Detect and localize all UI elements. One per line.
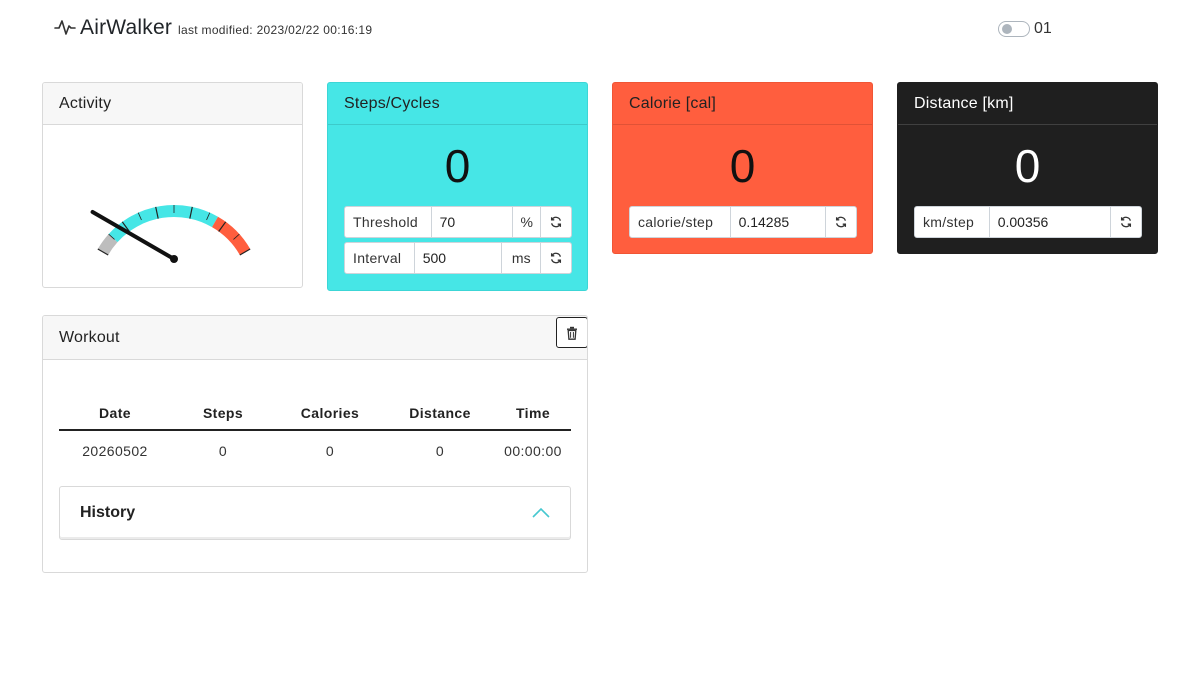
- steps-card: Steps/Cycles 0 Threshold 70 % Interval 5…: [327, 82, 588, 291]
- device-toggle-label: 01: [1034, 20, 1052, 37]
- activity-gauge: [90, 205, 251, 263]
- km-per-step-group: km/step 0.00356: [914, 206, 1142, 238]
- refresh-icon: [836, 216, 847, 228]
- workout-title: Workout: [59, 328, 120, 346]
- workout-card-header: Workout: [43, 316, 587, 360]
- threshold-input[interactable]: 70: [432, 207, 514, 237]
- app-title: AirWalker: [80, 16, 173, 39]
- threshold-input-group: Threshold 70 %: [344, 206, 572, 238]
- cell-calories: 0: [325, 442, 335, 459]
- gauge-hub: [170, 255, 178, 263]
- col-date: Date: [59, 396, 171, 431]
- interval-input-group: Interval 500 ms: [344, 242, 572, 274]
- gauge-high-band: [211, 216, 251, 256]
- calorie-per-step-input[interactable]: 0.14285: [731, 207, 827, 237]
- device-toggle-switch[interactable]: [998, 21, 1030, 37]
- table-row: 20260502 0 0 0 00:00:00: [59, 430, 571, 470]
- activity-card-header: Activity: [43, 83, 302, 125]
- gauge-low-band: [97, 234, 118, 256]
- chevron-up-icon: [532, 507, 550, 518]
- threshold-label: Threshold: [345, 207, 432, 237]
- calorie-card-header: Calorie [cal]: [613, 83, 872, 125]
- history-accordion[interactable]: History: [59, 486, 571, 540]
- distance-card: Distance [km] 0 km/step 0.00356: [897, 82, 1158, 254]
- distance-value: 0: [1014, 140, 1041, 192]
- col-distance: Distance: [385, 396, 495, 431]
- calorie-per-step-label: calorie/step: [630, 207, 731, 237]
- calorie-per-step-group: calorie/step 0.14285: [629, 206, 857, 238]
- delete-workout-button[interactable]: [556, 317, 587, 348]
- steps-card-header: Steps/Cycles: [328, 83, 587, 125]
- col-steps: Steps: [171, 396, 275, 431]
- workout-table: Date Steps Calories Distance Time 202605…: [59, 396, 571, 470]
- interval-input[interactable]: 500: [415, 243, 503, 273]
- calorie-title: Calorie [cal]: [629, 94, 717, 112]
- km-per-step-label: km/step: [915, 207, 990, 237]
- refresh-icon: [551, 252, 562, 264]
- calorie-refresh-button[interactable]: [826, 207, 856, 237]
- refresh-icon: [1121, 216, 1132, 228]
- device-toggle-wrap: 01: [998, 20, 1052, 38]
- trash-icon: [567, 326, 577, 340]
- activity-title: Activity: [59, 94, 112, 112]
- history-label: History: [80, 504, 136, 521]
- table-header-row: Date Steps Calories Distance Time: [59, 396, 571, 431]
- calorie-value: 0: [729, 140, 756, 192]
- distance-card-header: Distance [km]: [898, 83, 1157, 125]
- cell-date: 20260502: [82, 442, 148, 459]
- interval-label: Interval: [345, 243, 415, 273]
- distance-refresh-button[interactable]: [1111, 207, 1141, 237]
- km-per-step-input[interactable]: 0.00356: [990, 207, 1112, 237]
- activity-icon: [54, 20, 76, 35]
- col-time: Time: [495, 396, 571, 431]
- calorie-card: Calorie [cal] 0 calorie/step 0.14285: [612, 82, 873, 254]
- threshold-unit: %: [513, 207, 542, 237]
- toggle-knob: [1002, 24, 1012, 34]
- activity-card: Activity: [42, 82, 303, 288]
- last-modified-text: last modified: 2023/02/22 00:16:19: [178, 23, 373, 37]
- col-calories: Calories: [275, 396, 385, 431]
- cell-steps: 0: [218, 442, 228, 459]
- interval-unit: ms: [502, 243, 542, 273]
- workout-card: Workout Date Steps Calories Distance Tim…: [42, 315, 588, 573]
- threshold-refresh-button[interactable]: [541, 207, 571, 237]
- cell-time: 00:00:00: [504, 442, 562, 459]
- interval-refresh-button[interactable]: [541, 243, 571, 273]
- cell-distance: 0: [435, 442, 445, 459]
- distance-title: Distance [km]: [914, 94, 1014, 112]
- app-brand: AirWalker last modified: 2023/02/22 00:1…: [54, 16, 372, 40]
- steps-title: Steps/Cycles: [344, 94, 440, 112]
- steps-value: 0: [444, 140, 471, 192]
- refresh-icon: [551, 216, 562, 228]
